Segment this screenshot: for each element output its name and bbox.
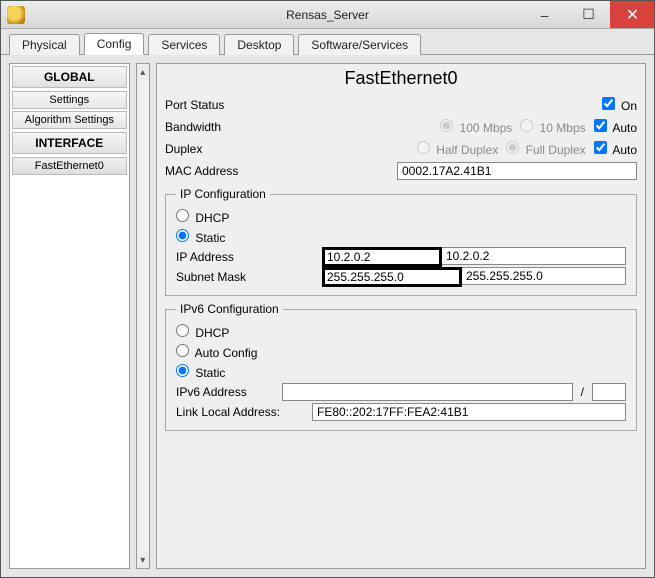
tab-config[interactable]: Config	[84, 33, 145, 55]
duplex-full-radio	[506, 141, 519, 154]
port-status-label: Port Status	[165, 98, 275, 112]
ipv6-dhcp[interactable]: DHCP	[176, 324, 229, 340]
config-sidebar: GLOBAL Settings Algorithm Settings INTER…	[9, 63, 130, 569]
bandwidth-auto[interactable]: Auto	[594, 119, 637, 135]
app-icon	[7, 6, 25, 24]
ipv6-dhcp-radio[interactable]	[176, 324, 189, 337]
ipcfg-static-radio[interactable]	[176, 229, 189, 242]
ipcfg-dhcp[interactable]: DHCP	[176, 209, 229, 225]
ipcfg-dhcp-radio[interactable]	[176, 209, 189, 222]
row-duplex: Duplex Half Duplex Full Duplex Auto	[165, 139, 637, 159]
scroll-up-icon[interactable]: ▴	[137, 64, 149, 80]
link-local-input[interactable]	[312, 403, 626, 421]
link-local-label: Link Local Address:	[176, 405, 306, 419]
ipv6-static[interactable]: Static	[176, 364, 225, 380]
bandwidth-100: 100 Mbps	[440, 119, 512, 135]
ipv6-prefix-slash: /	[579, 385, 586, 399]
ipv6-address-label: IPv6 Address	[176, 385, 276, 399]
interface-config-panel: FastEthernet0 Port Status On Bandwidth 1…	[156, 63, 646, 569]
subnet-mask-value: 255.255.255.0	[327, 270, 404, 284]
subnet-mask-label: Subnet Mask	[176, 270, 316, 284]
mac-label: MAC Address	[165, 164, 275, 178]
duplex-auto-checkbox[interactable]	[594, 141, 607, 154]
app-window: Rensas_Server – ☐ ✕ Physical Config Serv…	[0, 0, 655, 578]
tab-desktop[interactable]: Desktop	[224, 34, 294, 55]
bandwidth-10: 10 Mbps	[520, 119, 585, 135]
ipcfg-dhcp-label: DHCP	[195, 211, 229, 225]
duplex-auto[interactable]: Auto	[594, 141, 637, 157]
duplex-auto-label: Auto	[612, 143, 637, 157]
duplex-label: Duplex	[165, 142, 275, 156]
bandwidth-auto-label: Auto	[612, 121, 637, 135]
ip-address-input[interactable]	[442, 247, 626, 265]
panel-heading: FastEthernet0	[165, 68, 637, 89]
mac-input[interactable]	[397, 162, 637, 180]
ip-address-highlight: 10.2.0.2	[322, 247, 442, 267]
bandwidth-auto-checkbox[interactable]	[594, 119, 607, 132]
ipv6-dhcp-label: DHCP	[195, 326, 229, 340]
bandwidth-100-radio	[440, 119, 453, 132]
port-status-checkbox[interactable]	[602, 97, 615, 110]
sidebar-item-settings[interactable]: Settings	[12, 91, 127, 109]
port-status-on[interactable]: On	[602, 97, 637, 113]
ipv6-configuration-legend: IPv6 Configuration	[176, 302, 283, 316]
maximize-button[interactable]: ☐	[566, 1, 610, 28]
close-button[interactable]: ✕	[610, 1, 654, 28]
titlebar: Rensas_Server – ☐ ✕	[1, 1, 654, 29]
subnet-mask-highlight: 255.255.255.0	[322, 267, 462, 287]
main-tabbar: Physical Config Services Desktop Softwar…	[1, 29, 654, 55]
ipv6-address-input[interactable]	[282, 383, 573, 401]
bandwidth-100-label: 100 Mbps	[460, 121, 513, 135]
ipcfg-static[interactable]: Static	[176, 229, 225, 245]
ipv6-autoconfig[interactable]: Auto Config	[176, 344, 257, 360]
duplex-half-label: Half Duplex	[436, 143, 498, 157]
duplex-half: Half Duplex	[417, 141, 498, 157]
bandwidth-10-radio	[520, 119, 533, 132]
ipv6-static-radio[interactable]	[176, 364, 189, 377]
row-bandwidth: Bandwidth 100 Mbps 10 Mbps Auto	[165, 117, 637, 137]
content-body: GLOBAL Settings Algorithm Settings INTER…	[1, 55, 654, 577]
ip-configuration-group: IP Configuration DHCP Static IP Address	[165, 187, 637, 296]
sidebar-header-global: GLOBAL	[12, 66, 127, 88]
duplex-full-label: Full Duplex	[526, 143, 586, 157]
tab-services[interactable]: Services	[148, 34, 220, 55]
sidebar-item-algorithm-settings[interactable]: Algorithm Settings	[12, 111, 127, 129]
ipv6-autoconfig-radio[interactable]	[176, 344, 189, 357]
sidebar-header-interface: INTERFACE	[12, 132, 127, 154]
port-status-on-label: On	[621, 99, 637, 113]
ipv6-configuration-group: IPv6 Configuration DHCP Auto Config	[165, 302, 637, 431]
sidebar-scrollbar[interactable]: ▴ ▾	[136, 63, 150, 569]
window-buttons: – ☐ ✕	[522, 1, 654, 28]
subnet-mask-input[interactable]	[462, 267, 626, 285]
row-port-status: Port Status On	[165, 95, 637, 115]
scroll-track[interactable]	[137, 80, 149, 552]
sidebar-item-fastethernet0[interactable]: FastEthernet0	[12, 157, 127, 175]
ipv6-static-label: Static	[195, 366, 225, 380]
minimize-button[interactable]: –	[522, 1, 566, 28]
tab-physical[interactable]: Physical	[9, 34, 80, 55]
bandwidth-10-label: 10 Mbps	[540, 121, 586, 135]
duplex-full: Full Duplex	[506, 141, 585, 157]
tab-software-services[interactable]: Software/Services	[298, 34, 421, 55]
ipv6-prefix-input[interactable]	[592, 383, 626, 401]
ip-address-value: 10.2.0.2	[327, 250, 370, 264]
bandwidth-label: Bandwidth	[165, 120, 275, 134]
row-mac-address: MAC Address	[165, 161, 637, 181]
ip-configuration-legend: IP Configuration	[176, 187, 270, 201]
duplex-half-radio	[417, 141, 430, 154]
ipcfg-static-label: Static	[195, 231, 225, 245]
ip-address-label: IP Address	[176, 250, 316, 264]
ipv6-autoconfig-label: Auto Config	[195, 346, 258, 360]
scroll-down-icon[interactable]: ▾	[137, 552, 149, 568]
